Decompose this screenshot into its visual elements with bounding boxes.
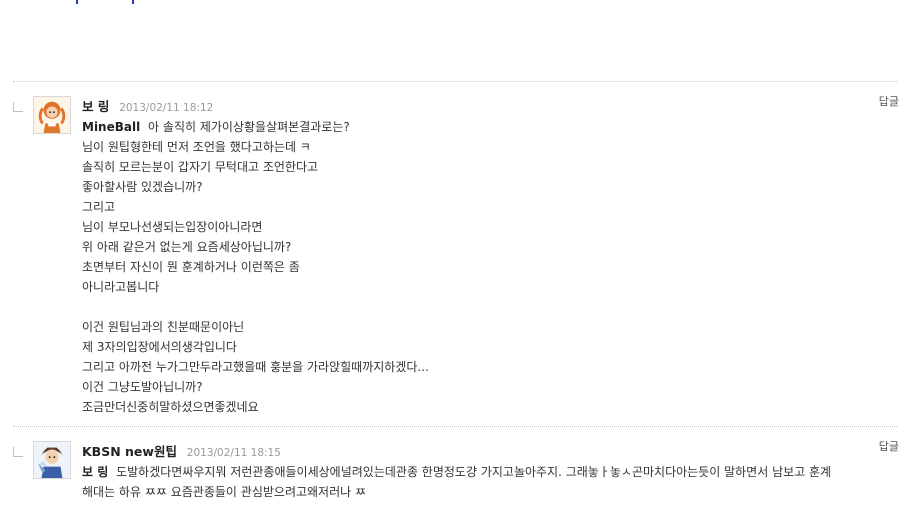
comment-line: 아니라고봅니다 bbox=[82, 280, 160, 294]
comment-separator bbox=[13, 81, 897, 82]
mention-link[interactable]: 보 링 bbox=[82, 465, 108, 479]
comment-line: 좋아할사람 있겠습니까? bbox=[82, 180, 203, 194]
comment-date: 2013/02/11 18:15 bbox=[186, 447, 281, 459]
comment-date: 2013/02/11 18:12 bbox=[119, 102, 214, 114]
avatar[interactable] bbox=[33, 441, 71, 479]
reply-button[interactable]: 답글 bbox=[879, 93, 899, 109]
comment-header: KBSN new원팁 2013/02/11 18:15 bbox=[82, 441, 281, 460]
comment-line: 해대는 하유 ㅉㅉ 요즘관종들이 관심받으려고왜저러나 ㅉ bbox=[82, 485, 367, 499]
comment-line: 그리고 아까전 누가그만두라고했을때 훙분을 가라앉힐때까지하겠다... bbox=[82, 360, 429, 374]
comment-line: MineBall 아 솔직히 제가이상황을살펴본결과로는? bbox=[82, 117, 899, 137]
reply-button[interactable]: 답글 bbox=[879, 438, 899, 454]
reply-indent-icon bbox=[13, 447, 23, 457]
reply-indent-icon bbox=[13, 102, 23, 112]
comment-body: MineBall 아 솔직히 제가이상황을살펴본결과로는? 님이 원팁형한테 먼… bbox=[82, 117, 899, 417]
comment-separator bbox=[13, 426, 897, 427]
comment-line: 위 아래 같은거 없는게 요즘세상아닙니까? bbox=[82, 240, 292, 254]
girl-character-icon bbox=[34, 97, 70, 133]
comment-text: 아 솔직히 제가이상황을살펴본결과로는? bbox=[148, 120, 350, 134]
comment-line: 솔직히 모르는분이 갑자기 무턱대고 조언한다고 bbox=[82, 160, 319, 174]
boy-character-icon bbox=[34, 442, 70, 478]
top-link-dots bbox=[70, 0, 150, 6]
avatar[interactable] bbox=[33, 96, 71, 134]
comment-line: 이건 그냥도발아닙니까? bbox=[82, 380, 203, 394]
mention-link[interactable]: MineBall bbox=[82, 120, 140, 134]
comment-line: 초면부터 자신이 뭔 훈계하거나 이런쪽은 좀 bbox=[82, 260, 300, 274]
comment-line: 이건 원팁님과의 친분때문이아닌 bbox=[82, 320, 245, 334]
comment-line: 조금만더신중히말하셨으면좋겠네요 bbox=[82, 400, 259, 414]
comment-line: 보 링 도발하겠다면싸우지뭐 저런관종애들이세상에널려있는데관종 한명정도걍 가… bbox=[82, 462, 899, 482]
comment-line: 그리고 bbox=[82, 200, 116, 214]
comment-header: 보 링 2013/02/11 18:12 bbox=[82, 96, 213, 115]
comment-line bbox=[82, 297, 899, 317]
comment-text: 도발하겠다면싸우지뭐 저런관종애들이세상에널려있는데관종 한명정도걍 가지고놀아… bbox=[116, 465, 832, 479]
comment-body: 보 링 도발하겠다면싸우지뭐 저런관종애들이세상에널려있는데관종 한명정도걍 가… bbox=[82, 462, 899, 502]
comment-line: 님이 원팁형한테 먼저 조언을 했다고하는데 ㅋ bbox=[82, 140, 311, 154]
comment-line: 제 3자의입장에서의생각입니다 bbox=[82, 340, 237, 354]
comment-line: 님이 부모나선생되는입장이아니라면 bbox=[82, 220, 263, 234]
author-name[interactable]: 보 링 bbox=[82, 99, 109, 114]
author-name[interactable]: KBSN new원팁 bbox=[82, 444, 177, 459]
